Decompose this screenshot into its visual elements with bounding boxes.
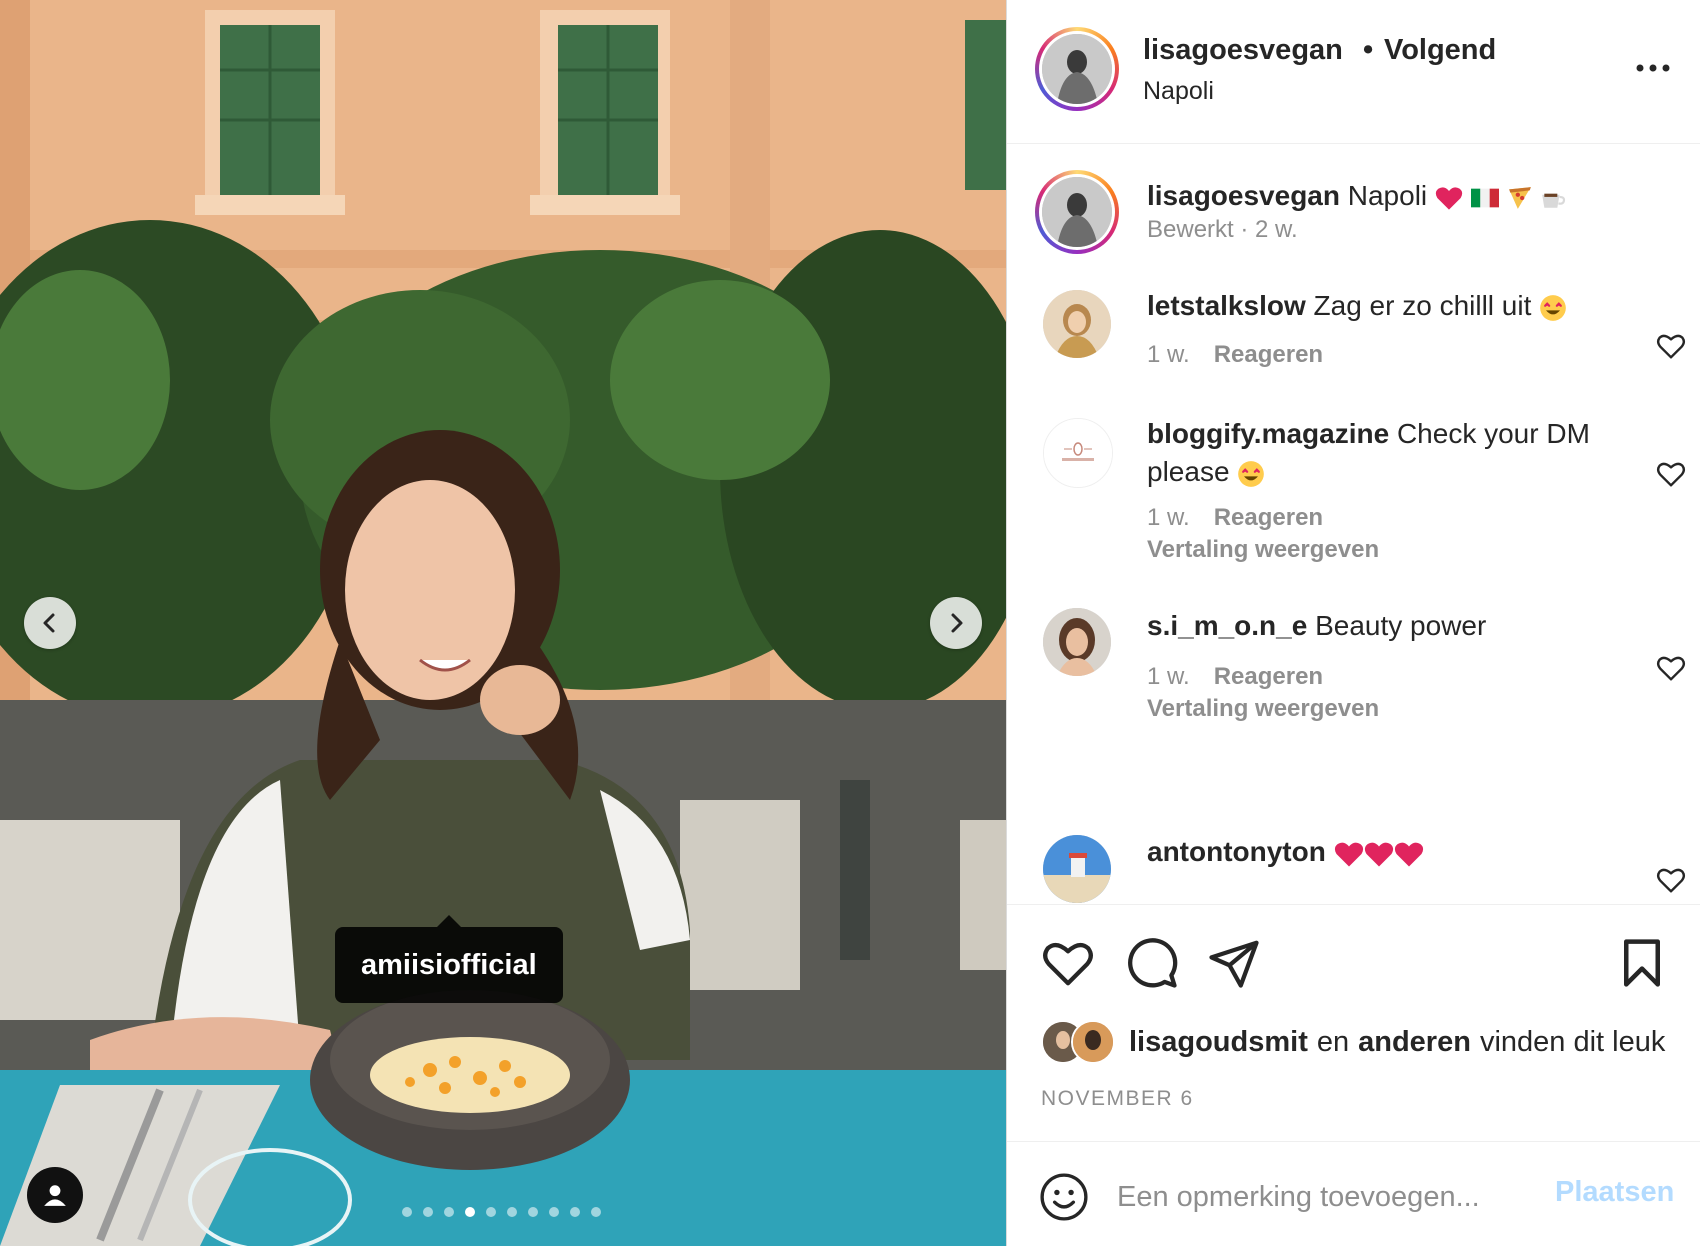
commenter-avatar-image	[1043, 835, 1111, 903]
user-tag-label[interactable]: amiisiofficial	[335, 915, 563, 1003]
commenter-avatar[interactable]	[1043, 290, 1111, 358]
comment-body: letstalkslow Zag er zo chilll uit	[1147, 287, 1617, 325]
commenter-avatar[interactable]	[1043, 608, 1111, 676]
carousel-prev-button[interactable]	[24, 597, 76, 649]
likes-suffix: vinden dit leuk	[1479, 1025, 1666, 1058]
commenter-avatar[interactable]	[1043, 835, 1111, 903]
add-comment-row: Plaatsen	[1007, 1141, 1700, 1248]
author-avatar[interactable]	[1035, 27, 1119, 111]
carousel-next-button[interactable]	[930, 597, 982, 649]
like-heart-icon[interactable]	[1041, 936, 1095, 990]
comment-body: bloggify.magazine Check your DM please	[1147, 415, 1617, 491]
post-comment-button[interactable]: Plaatsen	[1555, 1176, 1674, 1209]
caption-username[interactable]: lisagoesvegan	[1147, 180, 1340, 211]
post-location[interactable]: Napoli	[1143, 77, 1214, 106]
comment-time: 1 w.	[1147, 663, 1190, 690]
follow-status-button[interactable]: Volgend	[1384, 34, 1496, 67]
heart-eyes-emoji-icon	[1540, 294, 1567, 321]
share-send-icon[interactable]	[1207, 936, 1261, 990]
caption-avatar[interactable]	[1035, 170, 1119, 254]
comment-username[interactable]: antontonyton	[1147, 836, 1326, 867]
see-translation-button[interactable]: Vertaling weergeven	[1147, 536, 1379, 564]
post-photo[interactable]: amiisiofficial	[0, 0, 1006, 1246]
carousel-dot	[465, 1207, 475, 1217]
likes-connector: en	[1316, 1025, 1350, 1058]
commenter-avatar[interactable]	[1043, 418, 1113, 488]
comment-like-heart-icon[interactable]	[1655, 864, 1687, 896]
comment-list[interactable]: lisagoesvegan Napoli Bewerkt · 2 w. lets…	[1007, 144, 1700, 904]
user-icon	[44, 1185, 66, 1206]
comment-username[interactable]: s.i_m_o.n_e	[1147, 610, 1307, 641]
emoji-smiley-icon[interactable]	[1039, 1172, 1089, 1222]
carousel-dot	[591, 1207, 601, 1217]
save-bookmark-icon[interactable]	[1615, 936, 1669, 990]
liker-avatar-image	[1073, 1022, 1113, 1062]
carousel-dot	[570, 1207, 580, 1217]
post-header: lisagoesvegan • Volgend Napoli	[1007, 0, 1700, 144]
carousel-dot	[444, 1207, 454, 1217]
caption-edited-time: Bewerkt · 2 w.	[1147, 216, 1298, 243]
commenter-avatar-image	[1043, 608, 1111, 676]
comment-like-heart-icon[interactable]	[1655, 652, 1687, 684]
caption-meta: Bewerkt · 2 w.	[1147, 216, 1298, 244]
carousel-dot	[423, 1207, 433, 1217]
reply-button[interactable]: Reageren	[1214, 504, 1323, 531]
reply-button[interactable]: Reageren	[1214, 341, 1323, 368]
pizza-icon	[1508, 186, 1531, 209]
chevron-right-icon	[951, 613, 963, 633]
commenter-avatar-image	[1043, 290, 1111, 358]
comment-time: 1 w.	[1147, 504, 1190, 531]
comment-username[interactable]: letstalkslow	[1147, 290, 1306, 321]
comment-text: Zag er zo chilll uit	[1313, 290, 1532, 321]
carousel-dot	[486, 1207, 496, 1217]
carousel-dot	[507, 1207, 517, 1217]
likes-others-link[interactable]: anderen	[1358, 1026, 1471, 1059]
carousel-dot	[402, 1207, 412, 1217]
likes-summary: lisagoudsmit en anderen vinden dit leuk	[1041, 1017, 1665, 1067]
show-tags-button[interactable]	[27, 1167, 83, 1223]
comment-body: s.i_m_o.n_e Beauty power	[1147, 607, 1617, 645]
reply-button[interactable]: Reageren	[1214, 663, 1323, 690]
see-translation-button[interactable]: Vertaling weergeven	[1147, 695, 1379, 723]
comment-meta: 1 w. Reageren	[1147, 341, 1323, 369]
add-comment-input[interactable]	[1117, 1172, 1507, 1222]
carousel-dot	[528, 1207, 538, 1217]
comment-body: antontonyton	[1147, 833, 1617, 871]
post-sidebar: lisagoesvegan • Volgend Napoli lisagoesv…	[1006, 0, 1700, 1246]
likers-avatars[interactable]	[1041, 1020, 1119, 1064]
post-date[interactable]: NOVEMBER 6	[1041, 1087, 1194, 1111]
italy-flag-icon	[1470, 188, 1499, 207]
coffee-icon	[1542, 193, 1566, 208]
caption-avatar-image	[1042, 177, 1112, 247]
heart-eyes-emoji-icon	[1238, 460, 1265, 487]
comment-like-heart-icon[interactable]	[1655, 458, 1687, 490]
caption: lisagoesvegan Napoli	[1147, 177, 1617, 215]
post-actions: lisagoudsmit en anderen vinden dit leuk …	[1007, 904, 1700, 1247]
liker-avatar	[1071, 1020, 1115, 1064]
comment-bubble-icon[interactable]	[1125, 936, 1179, 990]
comment-text: Beauty power	[1315, 610, 1487, 641]
comment-meta: 1 w. Reageren	[1147, 504, 1323, 532]
first-liker-username[interactable]: lisagoudsmit	[1129, 1026, 1308, 1059]
chevron-left-icon	[43, 613, 55, 633]
separator-dot: •	[1363, 34, 1374, 66]
author-username[interactable]: lisagoesvegan	[1143, 34, 1343, 67]
more-options-button[interactable]	[1631, 48, 1675, 88]
user-tag-username: amiisiofficial	[361, 948, 537, 981]
three-hearts-emoji-icon	[1334, 842, 1423, 867]
bloggify-logo-icon	[1044, 419, 1112, 487]
author-avatar-image	[1042, 34, 1112, 104]
carousel-dot	[549, 1207, 559, 1217]
more-horizontal-icon	[1636, 64, 1670, 72]
comment-meta: 1 w. Reageren	[1147, 663, 1323, 691]
caption-text: Napoli	[1347, 180, 1428, 211]
heart-emoji-icon	[1435, 186, 1463, 210]
comment-time: 1 w.	[1147, 341, 1190, 368]
comment-like-heart-icon[interactable]	[1655, 330, 1687, 362]
comment-username[interactable]: bloggify.magazine	[1147, 418, 1389, 449]
carousel-indicator	[402, 1207, 601, 1217]
photo-scene	[0, 0, 1006, 1246]
